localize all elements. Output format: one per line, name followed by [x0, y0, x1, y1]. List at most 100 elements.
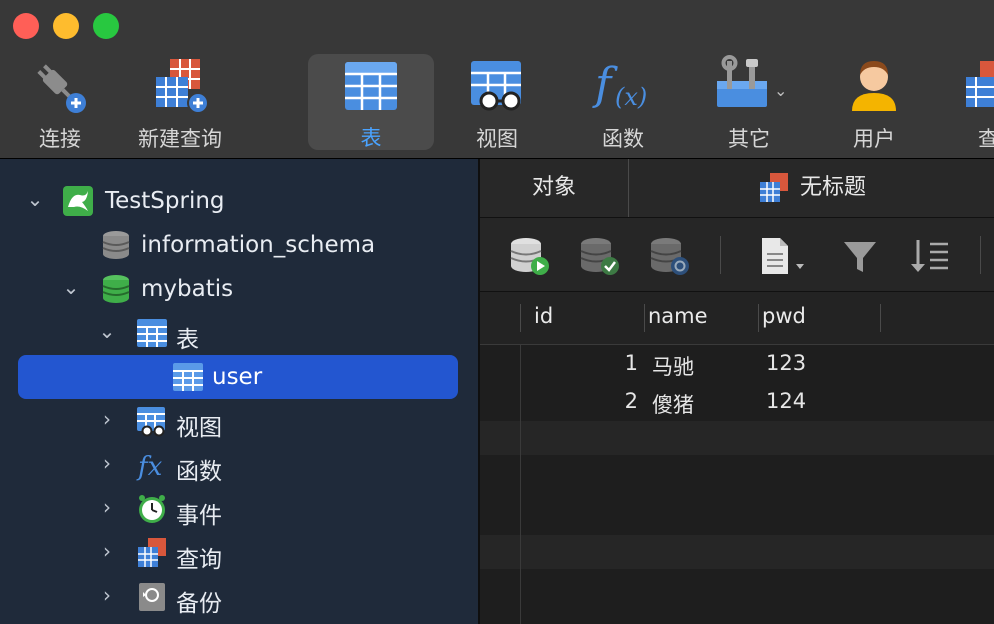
main-panel: 对象 无标题 id name pwd 1 马驰 123 2 傻猪 124	[480, 159, 994, 624]
tree-item-label: 函数	[176, 459, 222, 485]
empty-row	[480, 535, 994, 569]
backup-icon	[139, 583, 165, 611]
tree-item-label: 备份	[176, 591, 222, 617]
chevron-right-icon[interactable]: ›	[96, 452, 118, 474]
database-icon	[102, 231, 130, 259]
chevron-right-icon[interactable]: ›	[96, 496, 118, 518]
tree-item-group-functions[interactable]: › fx 函数	[0, 443, 478, 487]
tree-item-label: 查询	[176, 547, 222, 573]
cell-pwd[interactable]: 124	[766, 389, 806, 413]
chevron-right-icon[interactable]: ›	[96, 584, 118, 606]
mysql-connection-icon	[63, 186, 93, 216]
table-icon	[173, 363, 203, 391]
tree-item-group-tables[interactable]: ⌄ 表	[0, 311, 478, 355]
table-icon	[137, 319, 167, 347]
tree-item-label: information_schema	[141, 232, 376, 258]
tree-item-group-backups[interactable]: › 备份	[0, 575, 478, 619]
column-separator	[644, 304, 645, 332]
column-separator	[520, 304, 521, 332]
toolbar-function-button[interactable]: f (x) 函数	[574, 55, 672, 151]
tree-item-group-events[interactable]: › 事件	[0, 487, 478, 531]
sort-icon[interactable]	[908, 236, 952, 276]
chevron-down-icon: ⌄	[774, 81, 788, 100]
refresh-table-icon[interactable]	[648, 236, 692, 276]
empty-row	[480, 421, 994, 455]
toolbar-table-button[interactable]: 表	[308, 54, 434, 150]
tab-untitled[interactable]: 无标题	[630, 159, 994, 217]
toolbar-query-label: 查	[978, 123, 994, 153]
column-header-pwd[interactable]: pwd	[762, 304, 806, 328]
minimize-window-button[interactable]	[53, 13, 79, 39]
view-icon	[137, 407, 165, 437]
toolbar: 连接 新建查询 表 视图 f (x) 函数 ⌄ 其它 用户	[0, 0, 994, 159]
toolbar-table-label: 表	[360, 126, 382, 150]
cell-name[interactable]: 马驰	[652, 351, 694, 381]
toolbar-connect-button[interactable]: 连接	[10, 55, 110, 151]
column-header-name[interactable]: name	[648, 304, 708, 328]
tree-item-database[interactable]: information_schema	[0, 223, 478, 267]
toolbar-function-label: 函数	[602, 127, 644, 151]
table-icon	[345, 62, 397, 110]
zoom-window-button[interactable]	[93, 13, 119, 39]
cell-id[interactable]: 1	[480, 351, 638, 375]
tree-item-label: user	[212, 364, 263, 390]
clock-icon	[139, 495, 165, 523]
function-icon: f (x)	[592, 59, 647, 111]
tab-objects[interactable]: 对象	[480, 159, 629, 217]
tree-item-label: TestSpring	[105, 188, 225, 214]
toolbar-user-button[interactable]: 用户	[826, 55, 922, 151]
cell-pwd[interactable]: 123	[766, 351, 806, 375]
view-icon	[471, 61, 521, 111]
tree-item-label: mybatis	[141, 276, 234, 302]
sidebar: ⌄ TestSpring information_schema ⌄ mybati…	[0, 159, 480, 624]
table-row[interactable]: 1 马驰 123	[480, 345, 994, 383]
cell-name[interactable]: 傻猪	[652, 389, 694, 419]
cell-id[interactable]: 2	[480, 389, 638, 413]
query-icon	[759, 173, 788, 202]
chevron-down-icon[interactable]: ⌄	[96, 320, 118, 342]
table-row[interactable]: 2 傻猪 124	[480, 383, 994, 421]
column-header-id[interactable]: id	[534, 304, 553, 328]
close-window-button[interactable]	[13, 13, 39, 39]
column-separator	[880, 304, 881, 332]
toolbar-view-button[interactable]: 视图	[448, 55, 546, 151]
column-separator	[758, 304, 759, 332]
chevron-down-icon[interactable]: ⌄	[60, 276, 82, 298]
export-document-icon[interactable]	[758, 236, 810, 276]
svg-text:fx: fx	[136, 452, 163, 481]
toolbar-divider	[720, 236, 721, 274]
open-table-icon[interactable]	[508, 236, 552, 276]
object-toolbar	[480, 218, 994, 292]
query-icon	[138, 538, 166, 567]
connect-plug-icon	[37, 64, 86, 113]
row-header-divider	[520, 344, 521, 624]
tree-item-table-user[interactable]: user	[0, 355, 478, 399]
data-grid: id name pwd 1 马驰 123 2 傻猪 124	[480, 292, 994, 624]
chevron-right-icon[interactable]: ›	[96, 408, 118, 430]
toolbar-new-query-button[interactable]: 新建查询	[128, 55, 232, 151]
tree-item-label: 表	[176, 327, 199, 353]
toolbar-other-label: 其它	[728, 127, 770, 151]
tree-item-connection[interactable]: ⌄ TestSpring	[0, 179, 478, 223]
function-icon: fx	[136, 452, 163, 481]
toolbar-other-button[interactable]: ⌄ 其它	[700, 55, 798, 151]
toolbar-query-button[interactable]: 查	[960, 55, 994, 151]
tools-icon	[717, 55, 768, 107]
toolbar-divider	[980, 236, 981, 274]
tab-untitled-label: 无标题	[799, 175, 866, 200]
toolbar-view-label: 视图	[476, 127, 518, 151]
toolbar-connect-label: 连接	[39, 127, 81, 151]
new-query-icon	[156, 59, 209, 114]
filter-icon[interactable]	[840, 236, 880, 276]
database-icon	[102, 275, 130, 303]
chevron-right-icon[interactable]: ›	[96, 540, 118, 562]
chevron-down-icon[interactable]: ⌄	[24, 188, 46, 210]
user-icon	[852, 61, 896, 111]
tree-item-group-views[interactable]: › 视图	[0, 399, 478, 443]
tree-item-database[interactable]: ⌄ mybatis	[0, 267, 478, 311]
tab-bar: 对象 无标题	[480, 159, 994, 218]
tree-item-label: 视图	[176, 415, 222, 441]
query-icon	[966, 61, 994, 107]
design-table-icon[interactable]	[578, 236, 622, 276]
tree-item-group-queries[interactable]: › 查询	[0, 531, 478, 575]
